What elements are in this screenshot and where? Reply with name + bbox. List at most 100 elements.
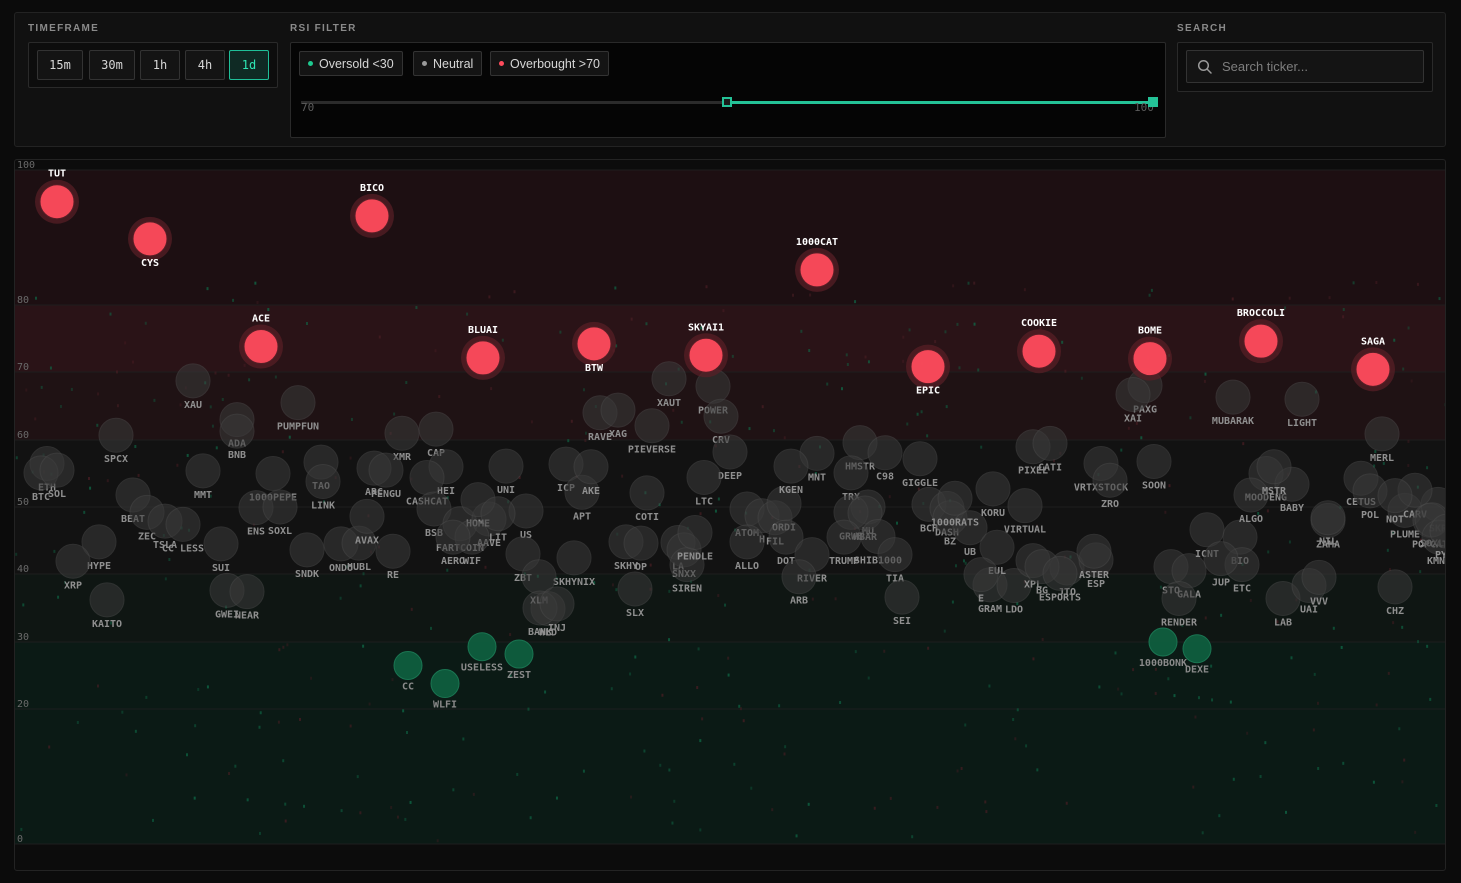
bubble-circle [185, 453, 221, 489]
rsi-range-low-handle[interactable] [722, 97, 732, 107]
rsi-range-high-handle[interactable] [1148, 97, 1158, 107]
trail-dot [916, 412, 919, 416]
bubble-sndk[interactable]: SNDK [289, 532, 325, 580]
bubble-kgen[interactable]: KGEN [773, 448, 809, 496]
bubble-circle [963, 557, 999, 593]
trail-dot [106, 479, 109, 483]
bubble-label: AKE [582, 486, 600, 497]
trail-dot [845, 353, 848, 357]
trail-dot [185, 753, 188, 757]
bubble-coti[interactable]: COTI [629, 475, 665, 523]
bubble-avax[interactable]: AVAX [349, 498, 385, 546]
bubble-giggle[interactable]: GIGGLE [902, 441, 938, 489]
timeframe-1d-button[interactable]: 1d [229, 50, 269, 80]
trail-dot [298, 717, 301, 721]
trail-dot [668, 768, 671, 772]
bubble-merl[interactable]: MERL [1364, 416, 1400, 464]
trail-dot [197, 687, 200, 691]
trail-dot [1210, 664, 1213, 668]
oversold-chip-label: Oversold <30 [319, 56, 394, 71]
bubble-allo[interactable]: ALLO [729, 524, 765, 572]
bubble-soxl[interactable]: SOXL [262, 489, 298, 537]
trail-dot [984, 800, 987, 804]
trail-dot [438, 395, 441, 399]
oversold-chip[interactable]: Oversold <30 [299, 51, 403, 76]
trail-dot [772, 429, 775, 433]
bubble-broccoli[interactable]: BROCCOLI [1237, 308, 1285, 364]
trail-dot [429, 626, 432, 630]
trail-dot [936, 805, 939, 809]
rsi-zone-oversold [15, 642, 1445, 844]
bubble-circle [203, 526, 239, 562]
trail-dot [1150, 288, 1153, 292]
search-panel [1177, 42, 1433, 92]
bubble-aero[interactable]: AERO [435, 519, 471, 567]
timeframe-1h-button[interactable]: 1h [140, 50, 180, 80]
trail-dot [954, 564, 957, 568]
trail-dot [1317, 766, 1320, 770]
timeframe-15m-button[interactable]: 15m [37, 50, 83, 80]
bubble-label: SOL [48, 489, 66, 500]
trail-dot [1065, 801, 1068, 805]
trail-dot [1189, 416, 1192, 420]
bubble-circle [262, 489, 298, 525]
trail-dot [1167, 677, 1170, 681]
control-panel: TIMEFRAME 15m 30m 1h 4h 1d RSI FILTER Ov… [14, 12, 1446, 147]
trail-dot [841, 387, 844, 391]
bubble-circle [1377, 569, 1413, 605]
trail-dot [1203, 379, 1206, 383]
bubble-label: BOME [1138, 326, 1162, 337]
bubble-circle [1148, 627, 1178, 657]
timeframe-4h-button[interactable]: 4h [185, 50, 225, 80]
bubble-spcx[interactable]: SPCX [98, 417, 134, 465]
bubble-circle [686, 460, 722, 496]
bubble-koru[interactable]: KORU [975, 471, 1011, 519]
bubble-label: USELESS [461, 663, 503, 674]
trail-dot [748, 427, 751, 431]
trail-dot [1201, 831, 1204, 835]
bubble-pengu[interactable]: PENGU [368, 452, 404, 500]
neutral-chip[interactable]: Neutral [413, 51, 483, 76]
overbought-chip[interactable]: Overbought >70 [490, 51, 609, 76]
bubble-link[interactable]: LINK [305, 464, 341, 512]
bubble-label: BNB [228, 450, 246, 461]
bubble-circle [132, 221, 168, 257]
timeframe-title: TIMEFRAME [28, 23, 100, 34]
trail-dot [717, 497, 720, 501]
trail-dot [659, 763, 662, 767]
trail-dot [614, 286, 617, 290]
bubble-cati[interactable]: CATI [1032, 425, 1068, 473]
bubble-mstr[interactable]: MSTR [1256, 449, 1292, 497]
trail-dot [1288, 540, 1291, 544]
bubble-aster[interactable]: ASTER [1076, 533, 1112, 581]
trail-dot [1429, 697, 1432, 701]
trail-dot [436, 839, 439, 843]
search-input[interactable] [1222, 51, 1417, 82]
rsi-bubble-chart[interactable]: 020304050607080100XAUPUMPFUNSPCXADABNBET… [14, 159, 1446, 871]
trail-dot [1012, 717, 1015, 721]
bubble-pendle[interactable]: PENDLE [677, 514, 713, 562]
bubble-kaito[interactable]: KAITO [89, 582, 125, 630]
trail-dot [1114, 651, 1117, 655]
bubble-1000cat[interactable]: 1000CAT [795, 237, 839, 292]
trail-dot [1386, 548, 1389, 552]
bubble-label: ACE [252, 314, 270, 325]
bubble-zest[interactable]: ZEST [504, 639, 534, 681]
bubble-circle [1076, 533, 1112, 569]
trail-dot [761, 405, 764, 409]
trail-dot [406, 730, 409, 734]
trail-dot [258, 725, 261, 729]
bubble-near[interactable]: NEAR [229, 574, 265, 622]
bubble-soon[interactable]: SOON [1136, 443, 1172, 491]
bubble-label: RE [387, 570, 399, 581]
bubble-dexe[interactable]: DEXE [1182, 634, 1212, 676]
bubble-render[interactable]: RENDER [1161, 580, 1198, 628]
bubble-wlfi[interactable]: WLFI [430, 669, 460, 711]
search-field[interactable] [1186, 50, 1424, 83]
bubble-skyai1[interactable]: SKYAI1 [684, 322, 728, 378]
bubble-cookie[interactable]: COOKIE [1017, 318, 1061, 374]
bubble-label: ZRO [1101, 499, 1119, 510]
bubble-xaut[interactable]: XAUT [651, 361, 687, 409]
timeframe-30m-button[interactable]: 30m [89, 50, 135, 80]
bubble-light[interactable]: LIGHT [1284, 381, 1320, 429]
